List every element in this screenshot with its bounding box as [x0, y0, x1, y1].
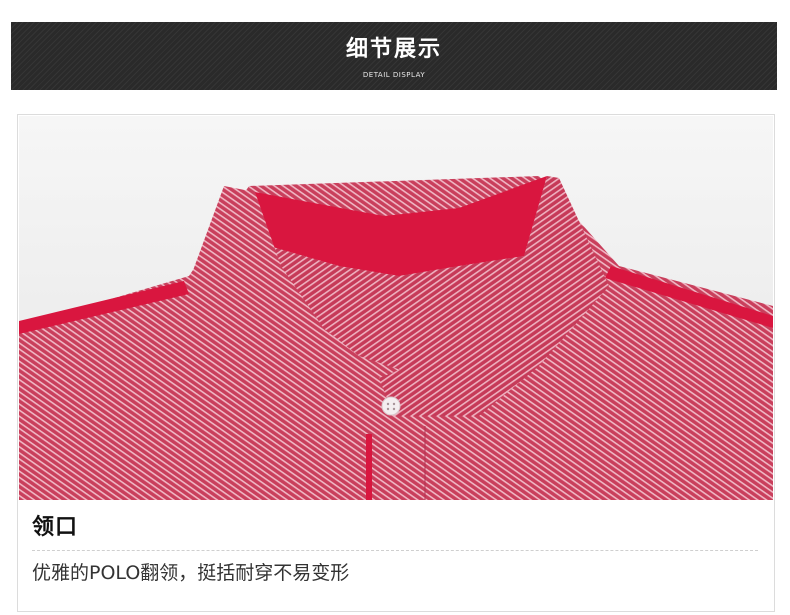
section-title: 细节展示 — [345, 37, 442, 62]
section-header: 细节展示 DETAIL DISPLAY — [11, 22, 777, 90]
feature-title: 领口 — [32, 515, 79, 540]
feature-description: 优雅的POLO翻领，挺括耐穿不易变形 — [32, 562, 350, 584]
caption-divider — [32, 550, 758, 551]
product-photo — [19, 116, 773, 500]
section-subtitle: DETAIL DISPLAY — [362, 71, 426, 79]
collar-illustration — [19, 116, 773, 500]
